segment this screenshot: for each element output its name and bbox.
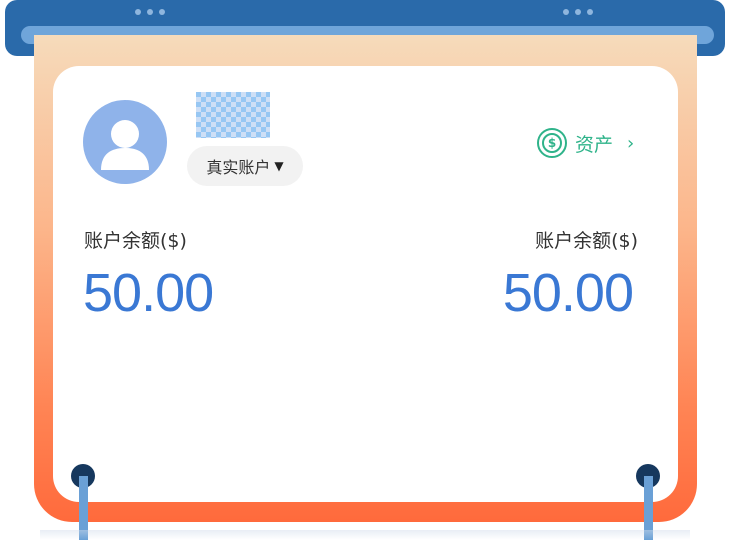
chevron-right-icon: ›: [627, 132, 635, 154]
account-type-dropdown[interactable]: 真实账户 ▼: [187, 146, 303, 186]
account-type-label: 真实账户: [206, 158, 271, 177]
decorative-dots-right: [563, 9, 593, 15]
avatar[interactable]: [83, 100, 167, 184]
balance-value-right: 50.00: [502, 263, 634, 323]
balance-label-right: 账户余额($): [535, 230, 638, 252]
bottom-shadow: [40, 530, 690, 540]
assets-link[interactable]: $ 资产 ›: [537, 126, 634, 160]
dollar-coin-icon: $: [537, 128, 567, 158]
user-silhouette-icon: [101, 120, 149, 170]
balance-label-left: 账户余额($): [84, 230, 187, 252]
caret-down-icon: ▼: [274, 159, 284, 173]
balance-value-left: 50.00: [83, 263, 214, 323]
assets-label: 资产: [575, 133, 614, 156]
decorative-dots-left: [135, 9, 165, 15]
username-redacted: [196, 92, 270, 138]
